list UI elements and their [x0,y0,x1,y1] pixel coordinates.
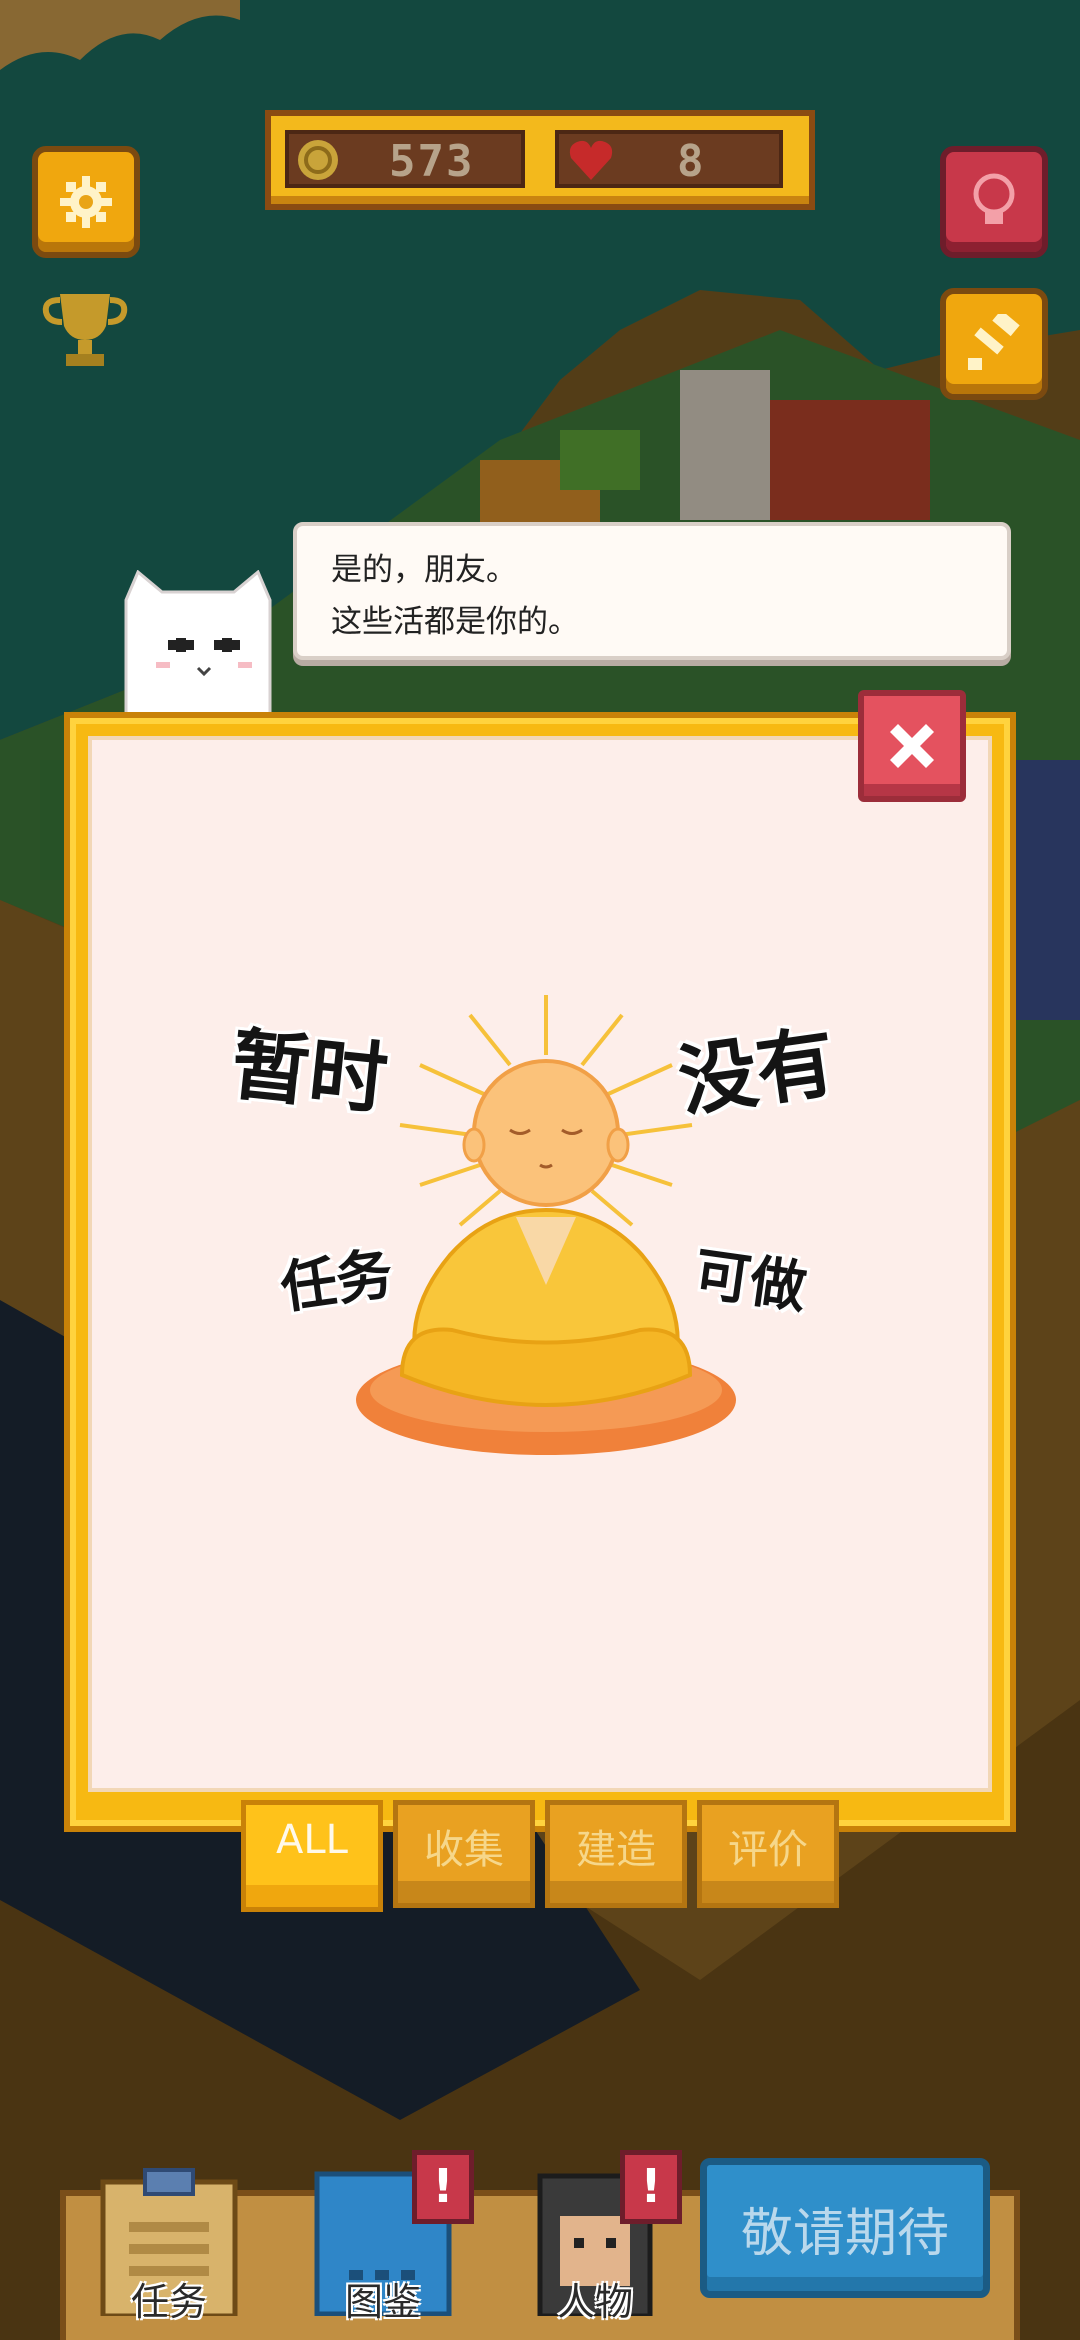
paint-brush-icon [968,314,1020,370]
collection-alert-badge: ! [412,2150,474,2224]
speech-line-1: 是的，朋友。 [331,552,517,588]
speech-line-2: 这些活都是你的。 [331,604,579,640]
coin-counter: 573 [285,130,525,188]
tab-build[interactable]: 建造 [545,1800,687,1908]
characters-alert-badge: ! [620,2150,682,2224]
lightbulb-icon [973,173,1015,224]
resource-bar: 573 8 [265,110,815,210]
nav-collection-label: 图鉴 [344,2280,421,2324]
close-button[interactable] [858,690,966,802]
trophy-icon[interactable] [40,290,130,370]
tab-review[interactable]: 评价 [697,1800,839,1908]
close-icon [890,724,934,768]
empty-state-word-4: 可做 [690,1240,811,1322]
empty-state-word-2: 没有 [673,1016,841,1129]
settings-button[interactable] [32,146,140,258]
coming-soon-button[interactable]: 敬请期待 [700,2158,990,2298]
heart-counter: 8 [555,130,783,188]
speech-bubble: 是的，朋友。 这些活都是你的。 [293,522,1011,660]
nav-characters-label: 人物 [556,2280,633,2324]
nav-tasks-label: 任务 [130,2280,207,2324]
tab-collect[interactable]: 收集 [393,1800,535,1908]
gear-icon [60,176,112,228]
coin-count: 573 [389,136,475,187]
decorate-button[interactable] [940,288,1048,400]
hint-button[interactable] [940,146,1048,258]
tab-all[interactable]: ALL [241,1800,383,1912]
heart-icon [569,140,613,180]
heart-count: 8 [677,136,706,187]
nav-tasks-button[interactable]: 任务 [94,2166,244,2326]
cat-guide [124,570,272,715]
empty-state-word-1: 暂时 [226,1019,392,1126]
empty-state-word-3: 任务 [276,1240,397,1322]
coin-icon [298,140,338,180]
